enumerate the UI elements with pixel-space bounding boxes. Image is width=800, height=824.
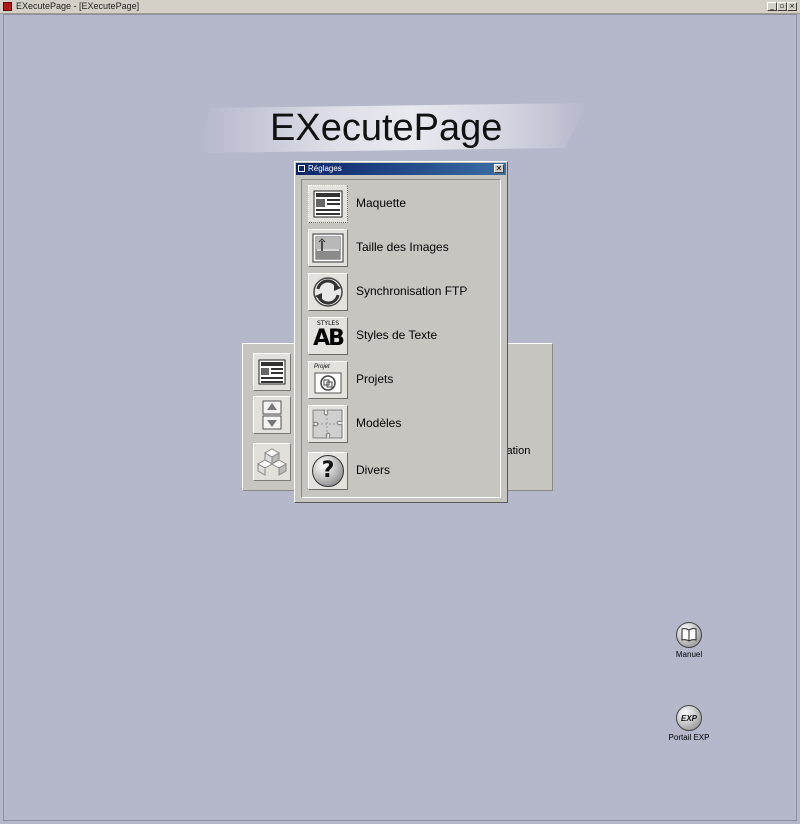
menu-item-label: Maquette <box>356 196 407 210</box>
menu-item-label: Projets <box>356 372 394 386</box>
menu-item-modeles[interactable]: Modèles <box>302 402 500 446</box>
reglages-window: Réglages ✕ Maquette Taille des Images Sy… <box>294 161 508 503</box>
cubes-button[interactable] <box>253 443 291 481</box>
projects-icon: Projet <box>308 361 348 399</box>
menu-item-label: Divers <box>356 463 391 477</box>
puzzle-icon <box>308 405 348 443</box>
app-logo: EXecutePage <box>270 107 503 149</box>
sync-arrows-icon <box>308 273 348 311</box>
reglages-list: Maquette Taille des Images Synchronisati… <box>301 179 501 498</box>
menu-item-taille-des-images[interactable]: Taille des Images <box>302 226 500 270</box>
menu-item-label: Styles de Texte <box>356 328 438 342</box>
layout-grid-icon <box>308 185 348 223</box>
restore-icon[interactable]: ▫ <box>777 2 787 11</box>
landscape-photo-icon <box>308 229 348 267</box>
layout-grid-button[interactable] <box>253 353 291 391</box>
menu-item-label: Synchronisation FTP <box>356 284 468 298</box>
exp-portal-icon: EXP <box>676 705 702 731</box>
menu-item-projets[interactable]: Projet Projets <box>302 358 500 402</box>
close-icon[interactable]: × <box>787 2 797 11</box>
icon-text: EXP <box>680 713 697 723</box>
cubes-icon <box>257 448 287 476</box>
book-icon <box>676 622 702 648</box>
menu-item-styles-de-texte[interactable]: STYLES AB Styles de Texte <box>302 314 500 358</box>
up-down-arrows-icon <box>262 400 282 430</box>
up-down-arrows-button[interactable] <box>253 396 291 434</box>
minimize-icon[interactable]: _ <box>767 2 777 11</box>
window-title: EXecutePage - [EXecutePage] <box>16 1 140 11</box>
close-icon[interactable]: ✕ <box>494 164 504 173</box>
reglages-title-bar[interactable]: Réglages ✕ <box>296 163 506 175</box>
app-icon <box>3 2 12 11</box>
shortcut-label: Portail EXP <box>668 733 710 742</box>
menu-item-label: Modèles <box>356 416 402 430</box>
layout-grid-icon <box>258 359 286 385</box>
text-styles-icon: STYLES AB <box>308 317 348 355</box>
shortcut-portail-exp[interactable]: EXP Portail EXP <box>659 705 719 742</box>
icon-text: ? <box>321 458 335 483</box>
menu-item-maquette[interactable]: Maquette <box>302 182 500 226</box>
question-mark-icon: ? <box>308 452 348 490</box>
palette-icon <box>298 165 305 172</box>
menu-item-label: Taille des Images <box>356 240 449 254</box>
window-title-bar: EXecutePage - [EXecutePage] _ ▫ × <box>0 0 800 14</box>
reglages-title: Réglages <box>308 164 342 173</box>
icon-caption: Projet <box>314 364 330 370</box>
menu-item-divers[interactable]: ? Divers <box>302 449 500 493</box>
shortcut-label: Manuel <box>675 650 703 659</box>
shortcut-manuel[interactable]: Manuel <box>659 622 719 659</box>
icon-text: AB <box>313 326 345 351</box>
menu-item-synchronisation-ftp[interactable]: Synchronisation FTP <box>302 270 500 314</box>
